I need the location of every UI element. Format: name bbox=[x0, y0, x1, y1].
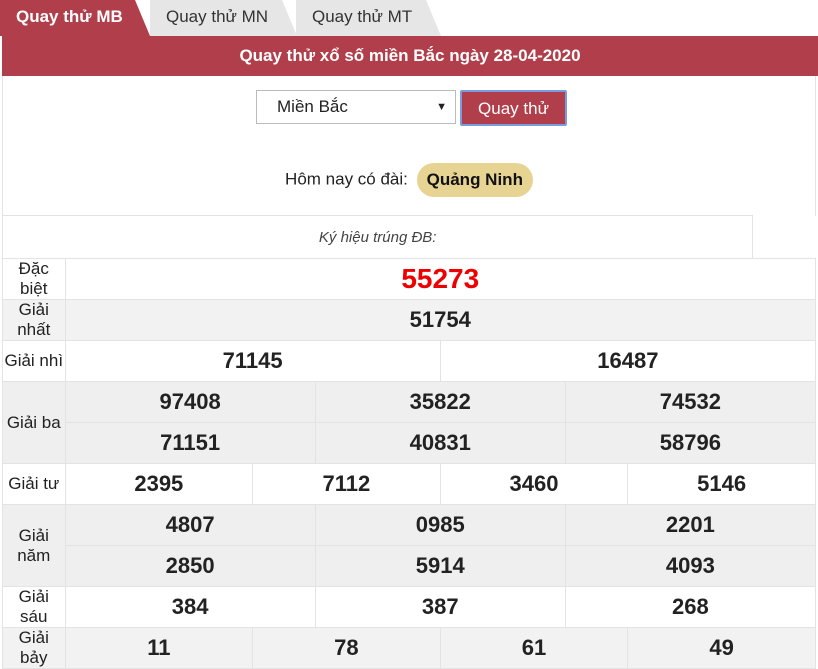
prize-name: Giải tư bbox=[2, 463, 66, 505]
prize-row-fifth-b: 2850 5914 4093 bbox=[3, 545, 817, 587]
prize-number: 268 bbox=[564, 586, 817, 628]
prize-name: Đặc biệt bbox=[2, 258, 66, 300]
prize-row-fourth: Giải tư 2395 7112 3460 5146 bbox=[2, 463, 816, 505]
prize-number: 5146 bbox=[627, 463, 816, 505]
prize-row-third-b: 71151 40831 58796 bbox=[3, 422, 817, 464]
prize-row-seventh: Giải bảy 11 78 61 49 bbox=[2, 627, 816, 669]
symbol-label: Ký hiệu trúng ĐB: bbox=[1, 215, 754, 259]
prize-row-fifth: Giải năm 4807 0985 2201 bbox=[2, 504, 817, 587]
prize-number: 7112 bbox=[252, 463, 441, 505]
prize-name: Giải năm bbox=[2, 504, 66, 587]
prize-number: 387 bbox=[314, 586, 566, 628]
special-prize-number: 55273 bbox=[64, 258, 817, 300]
prize-number: 4807 bbox=[64, 504, 316, 546]
prize-number: 4093 bbox=[564, 545, 817, 587]
prize-number: 3460 bbox=[439, 463, 629, 505]
prize-number: 71145 bbox=[64, 340, 441, 382]
prize-number: 51754 bbox=[64, 299, 817, 341]
dropdown-arrow-icon: ▼ bbox=[436, 101, 447, 113]
prize-name: Giải ba bbox=[2, 381, 66, 464]
prize-number: 40831 bbox=[314, 422, 566, 464]
page-title: Quay thử xổ số miền Bắc ngày 28-04-2020 bbox=[2, 36, 818, 76]
results-table: Ký hiệu trúng ĐB: Đặc biệt 55273 Giải nh… bbox=[1, 215, 817, 669]
prize-number: 16487 bbox=[439, 340, 817, 382]
prize-number: 71151 bbox=[64, 422, 316, 464]
prize-row-third: Giải ba 97408 35822 74532 bbox=[2, 381, 817, 464]
prize-number: 2395 bbox=[64, 463, 254, 505]
prize-row-second: Giải nhì 71145 16487 bbox=[2, 340, 817, 382]
prize-number: 58796 bbox=[564, 422, 817, 464]
prize-name: Giải sáu bbox=[2, 586, 66, 628]
region-select[interactable]: Miền Bắc ▼ bbox=[256, 90, 456, 124]
prize-number: 11 bbox=[64, 627, 254, 669]
symbol-row: Ký hiệu trúng ĐB: bbox=[1, 215, 816, 259]
prize-row-first: Giải nhất 51754 bbox=[2, 299, 817, 341]
control-panel: Miền Bắc ▼ Quay thử Hôm nay có đài: Quản… bbox=[2, 76, 816, 216]
prize-number: 74532 bbox=[564, 381, 817, 423]
tab-quay-thu-mn[interactable]: Quay thử MN bbox=[150, 0, 297, 36]
prize-number: 97408 bbox=[64, 381, 316, 423]
prize-number: 61 bbox=[439, 627, 629, 669]
tab-bar: Quay thử MB Quay thử MN Quay thử MT bbox=[0, 0, 818, 36]
prize-name: Giải bảy bbox=[2, 627, 66, 669]
prize-number: 49 bbox=[627, 627, 816, 669]
tab-quay-thu-mt[interactable]: Quay thử MT bbox=[296, 0, 441, 36]
prize-row-sixth: Giải sáu 384 387 268 bbox=[2, 586, 817, 628]
tab-quay-thu-mb[interactable]: Quay thử MB bbox=[0, 0, 150, 36]
spin-button[interactable]: Quay thử bbox=[460, 90, 567, 126]
prize-number: 384 bbox=[64, 586, 316, 628]
prize-number: 35822 bbox=[314, 381, 566, 423]
prize-number: 0985 bbox=[314, 504, 566, 546]
station-badge: Quảng Ninh bbox=[416, 162, 533, 197]
prize-number: 78 bbox=[252, 627, 441, 669]
prize-number: 2201 bbox=[564, 504, 817, 546]
prize-row-special: Đặc biệt 55273 bbox=[2, 258, 817, 300]
prize-name: Giải nhì bbox=[2, 340, 66, 382]
region-select-value: Miền Bắc bbox=[277, 97, 348, 116]
page: Quay thử MB Quay thử MN Quay thử MT Quay… bbox=[0, 0, 818, 669]
today-station-row: Hôm nay có đài: Quảng Ninh bbox=[3, 162, 815, 197]
today-label: Hôm nay có đài: bbox=[285, 169, 408, 189]
prize-name: Giải nhất bbox=[2, 299, 66, 341]
prize-number: 5914 bbox=[314, 545, 566, 587]
prize-number: 2850 bbox=[64, 545, 316, 587]
